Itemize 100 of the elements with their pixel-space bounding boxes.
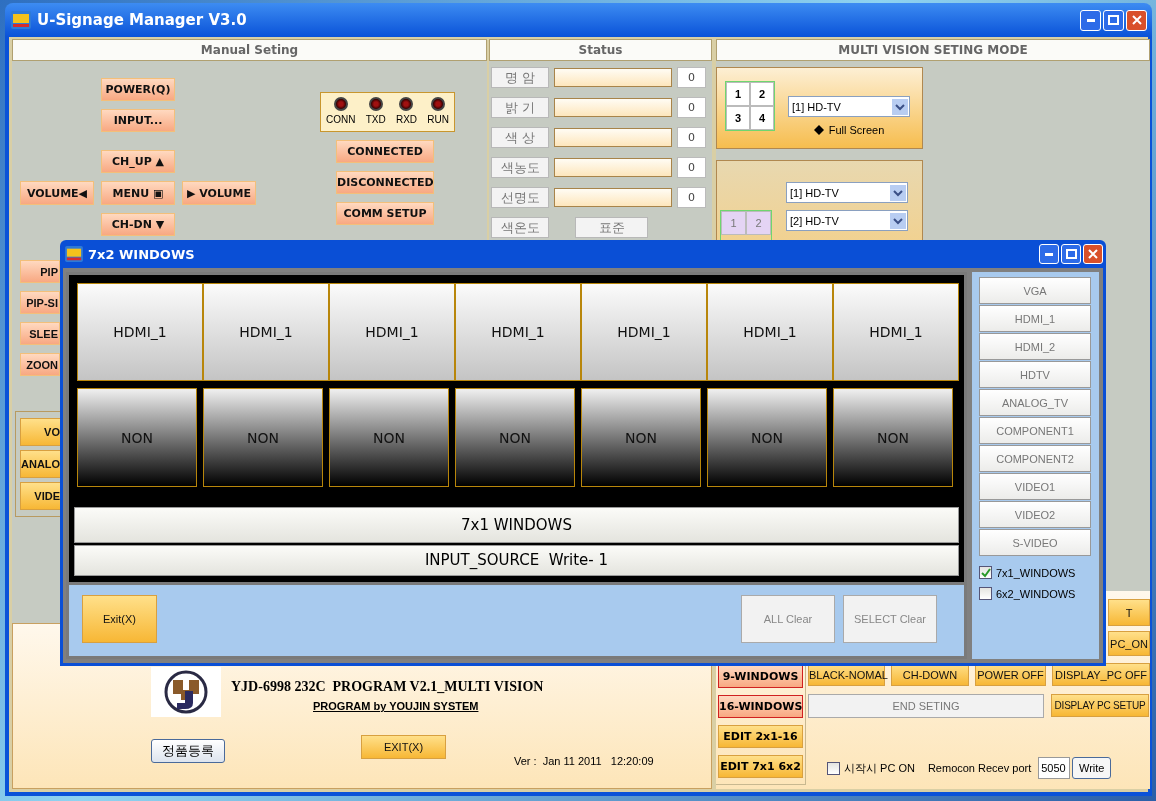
remote-button[interactable]: INPUT... xyxy=(101,109,175,132)
led-label: CONN xyxy=(326,114,356,125)
screen-cell[interactable]: 4 xyxy=(750,106,774,130)
command-button[interactable]: DISPLAY PC SETUP xyxy=(1051,694,1149,717)
status-field[interactable] xyxy=(554,98,672,117)
input-source-button[interactable]: S-VIDEO xyxy=(979,529,1091,556)
comm-button[interactable]: CONNECTED xyxy=(336,140,434,163)
status-field[interactable] xyxy=(554,128,672,147)
led-label: TXD xyxy=(365,114,386,125)
screen-tile[interactable]: NON xyxy=(77,388,197,487)
credit-text: PROGRAM by YOUJIN SYSTEM xyxy=(313,700,480,712)
comm-button[interactable]: COMM SETUP xyxy=(336,202,434,225)
remote-button[interactable]: POWER(Q) xyxy=(101,78,175,101)
screen-tile[interactable]: HDMI_1 xyxy=(77,283,203,381)
screen-tile[interactable]: HDMI_1 xyxy=(455,283,581,381)
port-field[interactable]: 5050 xyxy=(1038,757,1071,779)
input-source-button[interactable]: HDMI_1 xyxy=(979,305,1091,332)
checkbox[interactable] xyxy=(827,761,840,775)
input-source-button[interactable]: HDTV xyxy=(979,361,1091,388)
value-field[interactable]: 0 xyxy=(677,97,706,118)
end-setting-button[interactable]: END SETING xyxy=(808,694,1044,718)
function-button[interactable]: PIP xyxy=(20,260,60,283)
source-button[interactable]: VIDE xyxy=(20,482,61,510)
screen-cell[interactable]: 1 xyxy=(726,82,750,106)
value-field[interactable]: 0 xyxy=(677,187,706,208)
register-button[interactable]: 정품등록 xyxy=(151,739,225,763)
function-button[interactable]: PIP-SI xyxy=(20,291,60,314)
check-icon xyxy=(980,567,991,578)
screen-tile[interactable]: NON xyxy=(455,388,575,487)
screen-tile[interactable]: HDMI_1 xyxy=(707,283,833,381)
maximize-button[interactable] xyxy=(1103,9,1124,31)
status-label-button[interactable]: 명 암 xyxy=(491,67,549,88)
checkbox-label: 시작시 PC ON xyxy=(844,760,915,776)
status-field[interactable] xyxy=(554,188,672,207)
preset-button[interactable]: 표준 xyxy=(575,217,648,238)
checkbox[interactable] xyxy=(979,566,992,579)
panel-header: Status xyxy=(489,39,712,61)
window-title: U-Signage Manager V3.0 xyxy=(37,11,247,29)
screen-tile[interactable]: HDMI_1 xyxy=(329,283,455,381)
input-source-button[interactable]: VGA xyxy=(979,277,1091,304)
mode-bar: 7x1 WINDOWS xyxy=(74,507,959,543)
logo-icon xyxy=(151,667,221,717)
remote-button[interactable]: CH-DN ▼ xyxy=(101,213,175,236)
screen-tile[interactable]: NON xyxy=(581,388,701,487)
input-source-button[interactable]: COMPONENT1 xyxy=(979,417,1091,444)
close-button[interactable] xyxy=(1083,244,1103,264)
screen-tile[interactable]: HDMI_1 xyxy=(203,283,329,381)
minimize-icon xyxy=(1086,18,1095,22)
screen-tile[interactable]: HDMI_1 xyxy=(833,283,959,381)
status-field[interactable] xyxy=(554,158,672,177)
screen-tile[interactable]: NON xyxy=(833,388,953,487)
panel-header: Manual Seting xyxy=(12,39,487,61)
checkbox[interactable] xyxy=(979,587,992,600)
remote-button[interactable]: CH_UP ▲ xyxy=(101,150,175,173)
source-dropdown[interactable]: [1] HD-TV xyxy=(788,96,910,117)
input-source-button[interactable]: ANALOG_TV xyxy=(979,389,1091,416)
screen-tile[interactable]: NON xyxy=(329,388,449,487)
status-label-button[interactable]: 색 상 xyxy=(491,127,549,148)
command-button[interactable]: DISPLAY_PC OFF xyxy=(1052,663,1150,686)
status-label-button[interactable]: 선명도 xyxy=(491,187,549,208)
status-label-button[interactable]: 색온도 xyxy=(491,217,549,238)
source-button[interactable]: ANALO xyxy=(20,450,61,478)
input-source-button[interactable]: COMPONENT2 xyxy=(979,445,1091,472)
minimize-button[interactable] xyxy=(1080,9,1101,31)
diamond-icon xyxy=(813,125,824,135)
function-button[interactable]: ZOON xyxy=(20,353,60,376)
status-field[interactable] xyxy=(554,68,672,87)
minimize-button[interactable] xyxy=(1039,244,1059,264)
source-dropdown[interactable]: [2] HD-TV xyxy=(786,210,908,231)
exit-button[interactable]: Exit(X) xyxy=(82,595,157,643)
layout-button[interactable]: EDIT 2x1-16 xyxy=(718,725,803,748)
comm-button[interactable]: DISCONNECTED xyxy=(336,171,434,194)
screen-tile[interactable]: HDMI_1 xyxy=(581,283,707,381)
mode-button[interactable]: PC_ON xyxy=(1108,631,1150,656)
write-button[interactable]: Write xyxy=(1072,757,1112,779)
layout-button[interactable]: EDIT 7x1 6x2 xyxy=(718,755,803,778)
function-button[interactable]: SLEE xyxy=(20,322,60,345)
value-field[interactable]: 0 xyxy=(677,127,706,148)
layout-button[interactable]: 9-WINDOWS xyxy=(718,665,803,688)
source-dropdown[interactable]: [1] HD-TV xyxy=(786,182,908,203)
screen-cell[interactable]: 2 xyxy=(750,82,774,106)
remote-button[interactable]: ▶ VOLUME xyxy=(182,181,256,205)
layout-button[interactable]: 16-WINDOWS xyxy=(718,695,803,718)
maximize-button[interactable] xyxy=(1061,244,1081,264)
screen-tile[interactable]: NON xyxy=(707,388,827,487)
remote-button[interactable]: VOLUME◀ xyxy=(20,181,94,205)
close-button[interactable] xyxy=(1126,9,1147,31)
input-source-button[interactable]: VIDEO2 xyxy=(979,501,1091,528)
screen-tile[interactable]: NON xyxy=(203,388,323,487)
exit-button[interactable]: EXIT(X) xyxy=(361,735,446,759)
value-field[interactable]: 0 xyxy=(677,67,706,88)
mode-button[interactable]: T xyxy=(1108,599,1150,626)
input-source-button[interactable]: HDMI_2 xyxy=(979,333,1091,360)
source-button[interactable]: VO xyxy=(20,418,61,446)
value-field[interactable]: 0 xyxy=(677,157,706,178)
screen-cell[interactable]: 3 xyxy=(726,106,750,130)
input-source-button[interactable]: VIDEO1 xyxy=(979,473,1091,500)
status-label-button[interactable]: 밝 기 xyxy=(491,97,549,118)
remote-button[interactable]: MENU ▣ xyxy=(101,181,175,205)
status-label-button[interactable]: 색농도 xyxy=(491,157,549,178)
